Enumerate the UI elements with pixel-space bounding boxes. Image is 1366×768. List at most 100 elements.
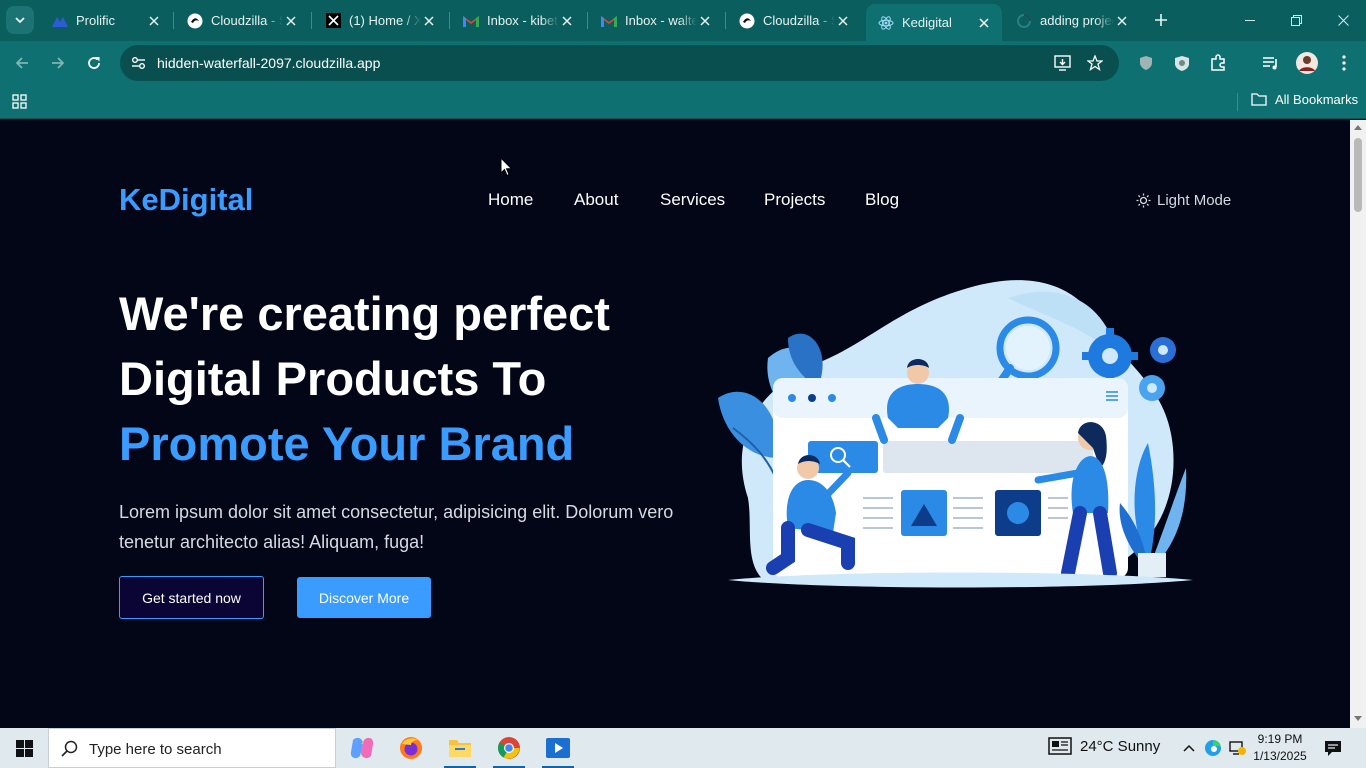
- close-tab-icon[interactable]: [1114, 13, 1130, 29]
- news-icon: [1048, 737, 1072, 755]
- theme-toggle[interactable]: Light Mode: [1136, 192, 1231, 209]
- close-icon: [1337, 15, 1349, 26]
- close-tab-icon[interactable]: [976, 15, 992, 31]
- nav-home[interactable]: Home: [488, 190, 533, 210]
- scroll-down-icon[interactable]: [1354, 716, 1362, 722]
- scroll-up-icon[interactable]: [1354, 124, 1362, 130]
- kebab-menu-icon: [1342, 55, 1346, 71]
- all-bookmarks-label: All Bookmarks: [1275, 92, 1359, 107]
- tab-kedigital[interactable]: Kedigital: [866, 4, 1002, 41]
- tray-network[interactable]: [1227, 738, 1247, 758]
- restore-button[interactable]: [1273, 0, 1319, 41]
- notification-center-button[interactable]: [1320, 736, 1346, 760]
- nav-services[interactable]: Services: [660, 190, 725, 210]
- discover-more-button[interactable]: Discover More: [297, 577, 431, 618]
- bookmarks-divider: [1237, 93, 1238, 111]
- close-tab-icon[interactable]: [835, 13, 851, 29]
- install-app-icon[interactable]: [1054, 55, 1071, 71]
- tab-inbox-kibet[interactable]: Inbox - kibet: [451, 6, 585, 35]
- start-button[interactable]: [0, 728, 48, 768]
- search-icon: [61, 740, 78, 757]
- firefox-icon: [400, 737, 422, 759]
- tab-inbox-walter[interactable]: Inbox - walter: [589, 6, 723, 35]
- nav-blog[interactable]: Blog: [865, 190, 899, 210]
- nav-projects[interactable]: Projects: [764, 190, 825, 210]
- get-started-button[interactable]: Get started now: [119, 576, 264, 619]
- extension-shield-button[interactable]: [1132, 49, 1160, 77]
- avatar-icon: [1296, 52, 1318, 74]
- taskbar-copilot[interactable]: [338, 728, 386, 768]
- close-tab-icon[interactable]: [146, 13, 162, 29]
- system-clock[interactable]: 9:19 PM 1/13/2025: [1250, 731, 1310, 765]
- tab-x-home[interactable]: (1) Home / X: [313, 6, 447, 35]
- reload-button[interactable]: [80, 49, 108, 77]
- tab-title: Cloudzilla - Server: [763, 13, 835, 28]
- tab-title: Inbox - walter: [625, 13, 697, 28]
- tray-edge[interactable]: [1203, 738, 1223, 758]
- close-tab-icon[interactable]: [559, 13, 575, 29]
- address-bar[interactable]: hidden-waterfall-2097.cloudzilla.app: [120, 45, 1119, 81]
- theme-toggle-label: Light Mode: [1157, 192, 1232, 209]
- taskbar-search-box[interactable]: Type here to search: [48, 728, 336, 768]
- close-tab-icon[interactable]: [421, 13, 437, 29]
- gmail-icon: [601, 13, 617, 29]
- search-placeholder: Type here to search: [89, 741, 222, 758]
- tab-search-button[interactable]: [6, 6, 34, 34]
- mouse-cursor-icon: [500, 157, 513, 177]
- site-info-icon[interactable]: [131, 56, 146, 70]
- reload-icon: [88, 57, 100, 69]
- tab-title: adding projects: [1040, 13, 1114, 28]
- bookmarks-bar: All Bookmarks: [0, 85, 1366, 119]
- new-tab-button[interactable]: [1149, 8, 1173, 32]
- weather-widget[interactable]: 24°C Sunny: [1048, 737, 1160, 755]
- copilot-icon: [350, 737, 374, 759]
- all-bookmarks-button[interactable]: All Bookmarks: [1251, 92, 1358, 107]
- restore-icon: [1290, 15, 1302, 26]
- browser-tab-strip: Prolific Cloudzilla - Server (1) Home / …: [0, 0, 1366, 41]
- hero-description: Lorem ipsum dolor sit amet consectetur, …: [119, 502, 674, 552]
- back-button[interactable]: [8, 49, 36, 77]
- site-logo[interactable]: KeDigital: [119, 182, 253, 218]
- tab-title: Inbox - kibet: [487, 13, 558, 28]
- close-tab-icon[interactable]: [283, 13, 299, 29]
- tab-title: Kedigital: [902, 15, 952, 30]
- browser-toolbar: hidden-waterfall-2097.cloudzilla.app: [0, 41, 1366, 85]
- cloudzilla-icon: [739, 13, 755, 29]
- taskbar-file-explorer[interactable]: [436, 728, 484, 768]
- forward-button[interactable]: [44, 49, 72, 77]
- close-window-button[interactable]: [1320, 0, 1366, 41]
- tab-adding-projects[interactable]: adding projects: [1004, 6, 1140, 35]
- hero-heading-line-1: We're creating perfect: [119, 287, 610, 340]
- cloudzilla-icon: [187, 13, 203, 29]
- notification-icon: [1325, 740, 1341, 756]
- tab-cloudzilla-2[interactable]: Cloudzilla - Server: [727, 6, 861, 35]
- scrollbar-thumb[interactable]: [1354, 138, 1362, 212]
- taskbar-firefox[interactable]: [387, 728, 435, 768]
- show-hidden-icons[interactable]: [1179, 738, 1199, 758]
- page-viewport: KeDigital Home About Services Projects B…: [0, 120, 1350, 728]
- profile-avatar[interactable]: [1293, 49, 1321, 77]
- browser-menu-button[interactable]: [1330, 49, 1358, 77]
- chevron-down-icon: [15, 17, 25, 24]
- clock-date: 1/13/2025: [1253, 749, 1307, 763]
- taskbar-media-app[interactable]: [534, 728, 582, 768]
- extension-privacy-button[interactable]: [1168, 49, 1196, 77]
- taskbar-chrome[interactable]: [485, 728, 533, 768]
- playlist-icon: [1263, 57, 1277, 70]
- extensions-button[interactable]: [1204, 49, 1232, 77]
- page-scrollbar[interactable]: [1350, 120, 1366, 728]
- react-icon: [878, 15, 894, 31]
- media-player-icon: [546, 738, 570, 758]
- apps-grid-icon[interactable]: [12, 94, 27, 109]
- close-tab-icon[interactable]: [697, 13, 713, 29]
- url-text[interactable]: hidden-waterfall-2097.cloudzilla.app: [157, 55, 380, 71]
- bookmark-star-icon[interactable]: [1087, 55, 1103, 71]
- tab-separator: [587, 12, 588, 29]
- media-controls-button[interactable]: [1257, 49, 1285, 77]
- tab-prolific[interactable]: Prolific: [40, 6, 172, 35]
- privacy-badger-icon: [1175, 55, 1189, 71]
- tab-cloudzilla[interactable]: Cloudzilla - Server: [175, 6, 309, 35]
- chrome-icon: [498, 737, 520, 759]
- minimize-button[interactable]: [1227, 0, 1273, 41]
- nav-about[interactable]: About: [574, 190, 618, 210]
